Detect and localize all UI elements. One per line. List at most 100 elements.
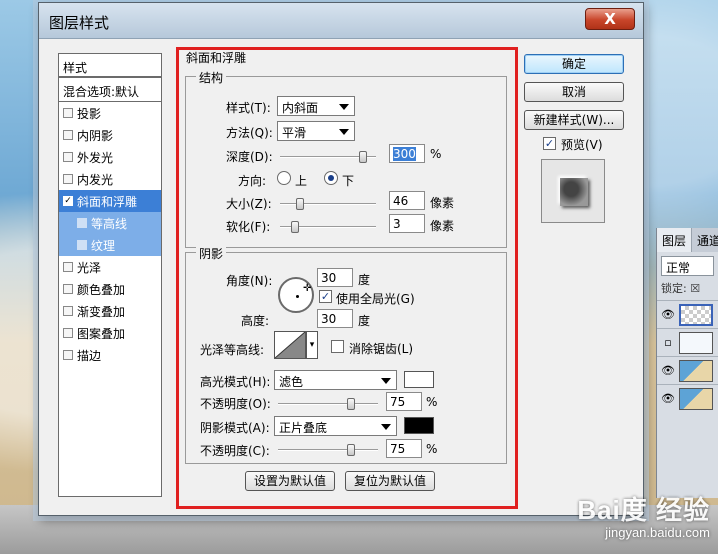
blending-options-item[interactable]: 混合选项:默认: [59, 78, 161, 102]
eye-icon[interactable]: 👁: [661, 308, 675, 321]
style-item-checkbox[interactable]: [77, 240, 87, 250]
highlight-opacity-thumb[interactable]: [347, 398, 355, 410]
highlight-mode-select[interactable]: 滤色: [274, 370, 397, 390]
style-item[interactable]: 光泽: [59, 256, 161, 278]
style-item[interactable]: 内阴影: [59, 124, 161, 146]
shadow-mode-select[interactable]: 正片叠底: [274, 416, 397, 436]
close-button[interactable]: X: [585, 8, 635, 30]
style-item-checkbox[interactable]: [63, 152, 73, 162]
shadow-color-swatch[interactable]: [404, 417, 434, 434]
style-list: 样式 混合选项:默认 投影内阴影外发光内发光 ✓ 斜面和浮雕 等高线 纹理 光泽颜色叠加渐…: [58, 53, 162, 497]
direction-down-radio[interactable]: [324, 171, 338, 185]
layer-thumbnail: [679, 359, 713, 382]
style-item[interactable]: 投影: [59, 102, 161, 124]
shadow-opacity-thumb[interactable]: [347, 444, 355, 456]
style-item-checkbox[interactable]: [63, 328, 73, 338]
depth-slider[interactable]: [280, 151, 376, 163]
style-item-checkbox[interactable]: [77, 218, 87, 228]
make-default-button[interactable]: 设置为默认值: [245, 471, 335, 491]
contour-dropdown-button[interactable]: ▾: [306, 331, 318, 359]
layer-row[interactable]: 👁: [657, 300, 718, 328]
direction-up-radio[interactable]: [277, 171, 291, 185]
global-light-label: 使用全局光(G): [336, 292, 415, 306]
angle-dial[interactable]: ✛: [278, 277, 314, 313]
angle-input[interactable]: 30: [317, 268, 353, 287]
style-list-header[interactable]: 样式: [59, 54, 161, 78]
depth-input[interactable]: 300: [389, 144, 425, 163]
technique-label: 方法(Q):: [226, 126, 273, 140]
style-item[interactable]: 内发光: [59, 168, 161, 190]
style-item[interactable]: 等高线: [59, 212, 161, 234]
soften-label: 软化(F):: [226, 220, 271, 234]
style-item[interactable]: 颜色叠加: [59, 278, 161, 300]
anti-aliased-checkbox[interactable]: [331, 340, 344, 353]
layer-row[interactable]: ▫: [657, 328, 718, 356]
watermark-url: jingyan.baidu.com: [605, 525, 710, 540]
eye-icon[interactable]: 👁: [661, 392, 675, 405]
dialog-title: 图层样式: [49, 14, 110, 32]
blend-mode-select[interactable]: 正常: [661, 256, 714, 276]
style-item[interactable]: ✓ 斜面和浮雕: [59, 190, 161, 212]
soften-slider[interactable]: [280, 221, 376, 233]
soften-input[interactable]: 3: [389, 214, 425, 233]
layer-row[interactable]: 👁: [657, 384, 718, 412]
highlight-opacity-slider[interactable]: [278, 398, 378, 410]
layers-panel-tabs: 图层 通道: [657, 228, 718, 252]
style-item-label: 颜色叠加: [77, 282, 126, 297]
style-item-label: 描边: [77, 348, 102, 363]
gloss-contour-thumbnail[interactable]: [274, 331, 306, 359]
size-slider-thumb[interactable]: [296, 198, 304, 210]
reset-default-button[interactable]: 复位为默认值: [345, 471, 435, 491]
soften-slider-thumb[interactable]: [291, 221, 299, 233]
technique-select[interactable]: 平滑: [277, 121, 355, 141]
altitude-input[interactable]: 30: [317, 309, 353, 328]
style-item[interactable]: 外发光: [59, 146, 161, 168]
baidu-logo: Bai度 经验: [577, 495, 710, 525]
layer-thumbnail: [679, 387, 713, 410]
highlight-mode-label: 高光模式(H):: [200, 375, 271, 389]
style-item-checkbox[interactable]: [63, 350, 73, 360]
layer-row[interactable]: 👁: [657, 356, 718, 384]
style-item-checkbox[interactable]: [63, 262, 73, 272]
ok-button[interactable]: 确定: [524, 54, 624, 74]
style-item[interactable]: 描边: [59, 344, 161, 366]
highlight-opacity-input[interactable]: 75: [386, 392, 422, 411]
lock-icon[interactable]: ☒: [690, 282, 700, 295]
shadow-mode-value: 正片叠底: [279, 421, 328, 435]
depth-slider-thumb[interactable]: [359, 151, 367, 163]
preview-checkbox[interactable]: ✓: [543, 137, 556, 150]
style-item-checkbox[interactable]: [63, 306, 73, 316]
preview-swatch: [560, 178, 588, 206]
shadow-opacity-input[interactable]: 75: [386, 439, 422, 458]
shadow-opacity-slider[interactable]: [278, 444, 378, 456]
depth-unit: %: [430, 147, 442, 161]
style-item-checkbox[interactable]: [63, 108, 73, 118]
technique-value: 平滑: [282, 126, 307, 140]
eye-icon[interactable]: 👁: [661, 364, 675, 377]
style-item-label: 内发光: [77, 172, 114, 187]
style-item-checkbox[interactable]: ✓: [63, 196, 73, 206]
highlight-mode-value: 滤色: [279, 375, 304, 389]
style-item-checkbox[interactable]: [63, 130, 73, 140]
dialog-titlebar[interactable]: 图层样式 X: [39, 3, 643, 39]
tab-channels[interactable]: 通道: [692, 228, 718, 252]
bevel-style-select[interactable]: 内斜面: [277, 96, 355, 116]
bevel-style-value: 内斜面: [282, 101, 319, 115]
style-item-label: 内阴影: [77, 128, 114, 143]
size-slider[interactable]: [280, 198, 376, 210]
highlight-color-swatch[interactable]: [404, 371, 434, 388]
altitude-unit: 度: [358, 314, 371, 328]
style-item[interactable]: 渐变叠加: [59, 300, 161, 322]
style-item-checkbox[interactable]: [63, 284, 73, 294]
cancel-button[interactable]: 取消: [524, 82, 624, 102]
tab-layers[interactable]: 图层: [657, 228, 693, 252]
style-item[interactable]: 图案叠加: [59, 322, 161, 344]
visibility-toggle-off[interactable]: ▫: [661, 336, 675, 349]
style-item[interactable]: 纹理: [59, 234, 161, 256]
global-light-checkbox[interactable]: ✓: [319, 290, 332, 303]
style-item-checkbox[interactable]: [63, 174, 73, 184]
new-style-button[interactable]: 新建样式(W)...: [524, 110, 624, 130]
style-item-label: 投影: [77, 106, 102, 121]
size-input[interactable]: 46: [389, 191, 425, 210]
bevel-section-title: 斜面和浮雕: [186, 51, 247, 65]
